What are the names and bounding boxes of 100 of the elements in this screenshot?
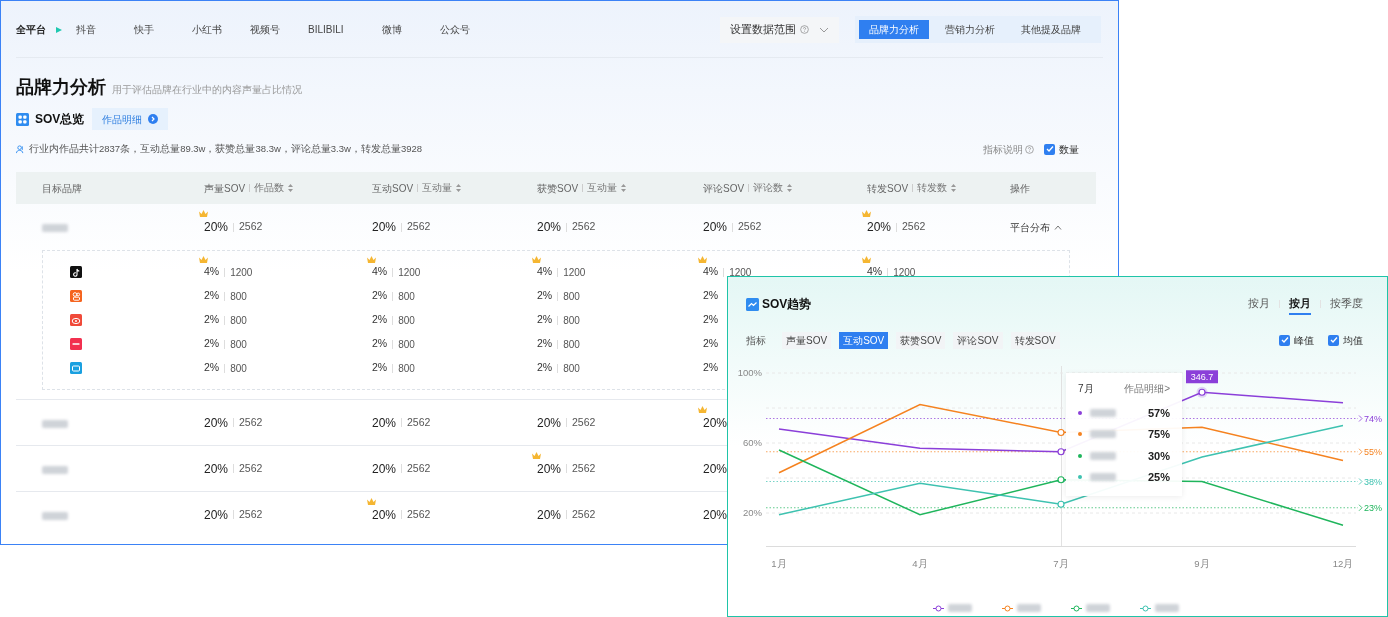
percent-value: 2% bbox=[371, 360, 388, 376]
count-value: 800 bbox=[563, 337, 580, 352]
checkbox-label: 峰值 bbox=[1294, 333, 1314, 348]
tooltip-value: 30% bbox=[1147, 448, 1170, 464]
average-label: 38% bbox=[1364, 476, 1382, 487]
platform-tab[interactable]: 微博 bbox=[382, 19, 440, 40]
crown-icon bbox=[367, 256, 376, 264]
view-tab[interactable]: 品牌力分析 bbox=[859, 20, 929, 39]
blurred-label bbox=[1090, 430, 1116, 439]
count-value: 800 bbox=[563, 361, 580, 376]
column-header: 操作 bbox=[1010, 181, 1030, 196]
percent-value: 4% bbox=[698, 256, 719, 280]
detail-link[interactable]: 作品明细> bbox=[1124, 381, 1170, 396]
count-value: 2562 bbox=[239, 506, 263, 522]
platform-tab[interactable]: 小红书 bbox=[192, 19, 250, 40]
app-icon bbox=[70, 266, 82, 278]
count-value: 2562 bbox=[407, 219, 431, 235]
detail-button[interactable]: 作品明细 bbox=[92, 108, 169, 130]
sort-icon[interactable] bbox=[456, 184, 462, 192]
platform-tab[interactable]: 公众号 bbox=[440, 19, 498, 40]
percent-value: 2% bbox=[536, 336, 553, 352]
percent-value: 2% bbox=[203, 360, 220, 376]
percent-value: 20% bbox=[371, 414, 397, 432]
percent-value: 20% bbox=[702, 506, 728, 524]
count-value: 2562 bbox=[572, 219, 596, 235]
percent-value: 4% bbox=[199, 256, 220, 280]
axis-label: 7月 bbox=[1053, 558, 1069, 569]
crown-icon bbox=[862, 256, 871, 264]
blurred-label bbox=[1155, 604, 1179, 612]
axis-label: 20% bbox=[743, 507, 762, 518]
platform-tab[interactable]: 全平台 bbox=[16, 19, 46, 40]
percent-value: 20% bbox=[371, 460, 397, 478]
count-value: 800 bbox=[230, 313, 247, 328]
view-tab[interactable]: 其他提及品牌 bbox=[1011, 20, 1091, 39]
checkbox[interactable] bbox=[1279, 334, 1290, 346]
chevron-down-icon bbox=[819, 26, 829, 33]
percent-value: 4% bbox=[367, 256, 388, 280]
count-value: 2562 bbox=[572, 506, 596, 522]
metric-chip[interactable]: 互动SOV bbox=[839, 331, 889, 349]
percent-value: 20% bbox=[203, 460, 229, 478]
period-tab[interactable]: 按月 bbox=[1289, 293, 1311, 315]
period-tab[interactable]: 按月 bbox=[1248, 293, 1270, 315]
column-subheader: 互动量 bbox=[587, 180, 618, 195]
data-range-dropdown[interactable]: 设置数据范围 bbox=[720, 16, 839, 43]
percent-value: 20% bbox=[536, 506, 562, 524]
checkbox-label: 均值 bbox=[1343, 333, 1363, 348]
count-value: 800 bbox=[563, 289, 580, 304]
count-value: 1200 bbox=[230, 265, 253, 280]
crown-icon bbox=[199, 256, 208, 264]
column-header: 获赞SOV bbox=[537, 181, 579, 196]
axis-label: 9月 bbox=[1194, 558, 1210, 569]
peak-label: 346.7 bbox=[1186, 370, 1218, 384]
sort-icon[interactable] bbox=[787, 184, 793, 192]
axis-label: 100% bbox=[737, 367, 762, 378]
percent-value: 2% bbox=[702, 312, 719, 328]
checkbox[interactable] bbox=[1044, 143, 1055, 155]
checkbox[interactable] bbox=[1328, 334, 1339, 346]
blurred-label bbox=[1090, 451, 1116, 460]
axis-label: 60% bbox=[743, 437, 762, 448]
blurred-label bbox=[42, 419, 68, 428]
chevron-up-icon bbox=[1054, 224, 1062, 230]
panel-title: SOV趋势 bbox=[762, 296, 812, 313]
platform-tab[interactable]: 抖音 bbox=[76, 19, 134, 40]
platform-toggle[interactable]: 平台分布 bbox=[1010, 219, 1096, 235]
view-tab[interactable]: 营销力分析 bbox=[935, 20, 1005, 39]
legend-marker-icon bbox=[1002, 604, 1013, 612]
grid-icon bbox=[16, 112, 29, 126]
percent-value: 2% bbox=[203, 312, 220, 328]
metric-help-link[interactable]: 指标说明 bbox=[983, 141, 1034, 157]
blurred-label bbox=[1090, 473, 1116, 482]
platform-tab[interactable]: BILIBILI bbox=[308, 19, 382, 40]
percent-value: 20% bbox=[203, 506, 229, 524]
count-value: 2562 bbox=[572, 414, 596, 430]
percent-value: 2% bbox=[371, 312, 388, 328]
count-value: 2562 bbox=[902, 219, 926, 235]
count-value: 2562 bbox=[407, 414, 431, 430]
sort-icon[interactable] bbox=[621, 184, 627, 192]
column-subheader: 评论数 bbox=[753, 180, 784, 195]
filter-label: 指标 bbox=[746, 333, 766, 348]
legend-marker-icon bbox=[1071, 604, 1082, 612]
metric-chip[interactable]: 获赞SOV bbox=[896, 331, 946, 349]
count-value: 1200 bbox=[729, 265, 752, 280]
platform-tab[interactable]: 视频号 bbox=[250, 19, 308, 40]
tooltip-value: 25% bbox=[1147, 470, 1170, 485]
count-value: 2562 bbox=[738, 219, 762, 235]
app-icon bbox=[70, 314, 82, 326]
data-point bbox=[1057, 500, 1065, 508]
selected-marker-icon bbox=[56, 26, 62, 33]
sort-icon[interactable] bbox=[951, 184, 957, 192]
metric-chip[interactable]: 声量SOV bbox=[782, 331, 832, 349]
metric-chip[interactable]: 评论SOV bbox=[953, 331, 1003, 349]
axis-label: 4月 bbox=[912, 558, 928, 569]
sort-icon[interactable] bbox=[288, 184, 294, 192]
percent-value: 2% bbox=[371, 288, 388, 304]
period-tab[interactable]: 按季度 bbox=[1330, 293, 1363, 315]
percent-value: 20% bbox=[371, 219, 397, 236]
count-value: 1200 bbox=[563, 265, 586, 280]
column-subheader: 转发数 bbox=[917, 180, 948, 195]
metric-chip[interactable]: 转发SOV bbox=[1010, 331, 1060, 349]
platform-tab[interactable]: 快手 bbox=[134, 19, 192, 40]
